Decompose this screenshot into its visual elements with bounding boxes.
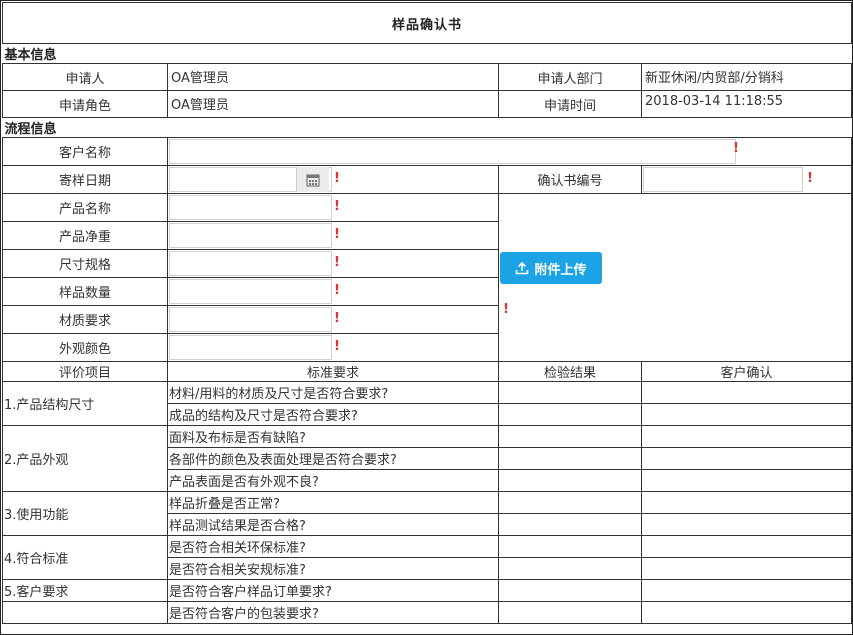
color-input[interactable]: [169, 335, 332, 360]
customer-name-cell: !: [166, 137, 853, 166]
eval-item-1: 1.产品结构尺寸: [2, 381, 168, 426]
net-weight-cell: !: [167, 221, 499, 250]
qty-label: 样品数量: [2, 277, 168, 306]
send-date-cell: !: [167, 165, 499, 194]
eval-result-4-2[interactable]: [498, 557, 642, 580]
send-date-required-mark: !: [334, 171, 340, 186]
eval-standard-4-2: 是否符合相关安规标准?: [167, 557, 499, 580]
eval-item-5-continued: [2, 601, 168, 624]
net-weight-required-mark: !: [334, 227, 340, 242]
net-weight-label: 产品净重: [2, 221, 168, 250]
role-value: OA管理员: [167, 90, 499, 118]
eval-customer-3-1[interactable]: [640, 491, 853, 514]
eval-result-1-2[interactable]: [498, 403, 642, 426]
eval-standard-3-1: 样品折叠是否正常?: [167, 491, 499, 514]
dept-value: 新亚休闲/内贸部/分销科: [640, 63, 853, 91]
eval-result-5-1[interactable]: [498, 579, 642, 602]
eval-result-3-1[interactable]: [498, 491, 642, 514]
qty-input[interactable]: [169, 279, 332, 304]
material-required-mark: !: [334, 311, 340, 326]
eval-customer-2-2[interactable]: [640, 447, 853, 470]
upload-icon: [516, 261, 529, 275]
page-title: 样品确认书: [1, 2, 853, 44]
eval-customer-1-2[interactable]: [640, 403, 853, 426]
confirm-no-input[interactable]: [643, 167, 804, 192]
send-date-label: 寄样日期: [2, 165, 168, 194]
eval-standard-1-1: 材料/用料的材质及尺寸是否符合要求?: [167, 381, 499, 404]
eval-header-result: 检验结果: [498, 361, 642, 382]
size-cell: !: [167, 249, 499, 278]
product-name-required-mark: !: [334, 199, 340, 214]
net-weight-input[interactable]: [169, 223, 332, 248]
applicant-value: OA管理员: [167, 63, 499, 91]
eval-result-2-3[interactable]: [498, 469, 642, 492]
eval-item-5: 5.客户要求: [2, 579, 168, 602]
confirm-no-label: 确认书编号: [498, 165, 642, 194]
eval-result-1-1[interactable]: [498, 381, 642, 404]
upload-button-label: 附件上传: [534, 262, 587, 278]
attachment-cell: 附件上传 !: [497, 193, 853, 362]
eval-header-item: 评价项目: [2, 361, 168, 382]
eval-customer-2-3[interactable]: [640, 469, 853, 492]
eval-header-customer: 客户确认: [640, 361, 853, 382]
role-label: 申请角色: [2, 90, 168, 118]
size-required-mark: !: [334, 255, 340, 270]
eval-standard-4-1: 是否符合相关环保标准?: [167, 535, 499, 558]
eval-customer-2-1[interactable]: [640, 425, 853, 448]
product-name-input[interactable]: [169, 195, 332, 220]
eval-customer-5-2[interactable]: [640, 601, 853, 624]
form-table: 样品确认书 基本信息 申请人 OA管理员 申请人部门 新亚休闲/内贸部/分销科 …: [1, 2, 853, 624]
qty-required-mark: !: [334, 283, 340, 298]
eval-customer-3-2[interactable]: [640, 513, 853, 536]
eval-customer-4-2[interactable]: [640, 557, 853, 580]
product-name-cell: !: [167, 193, 499, 222]
eval-result-2-1[interactable]: [498, 425, 642, 448]
product-name-label: 产品名称: [2, 193, 168, 222]
eval-result-2-2[interactable]: [498, 447, 642, 470]
send-date-calendar-button[interactable]: [296, 167, 329, 192]
attachment-required-mark: !: [503, 302, 509, 317]
color-cell: !: [167, 333, 499, 362]
eval-customer-1-1[interactable]: [640, 381, 853, 404]
eval-standard-2-2: 各部件的颜色及表面处理是否符合要求?: [167, 447, 499, 470]
eval-customer-4-1[interactable]: [640, 535, 853, 558]
color-label: 外观颜色: [2, 333, 168, 362]
eval-standard-2-1: 面料及布标是否有缺陷?: [167, 425, 499, 448]
eval-result-4-1[interactable]: [498, 535, 642, 558]
eval-standard-2-3: 产品表面是否有外观不良?: [167, 469, 499, 492]
eval-customer-5-1[interactable]: [640, 579, 853, 602]
eval-item-4: 4.符合标准: [2, 535, 168, 580]
eval-result-5-2[interactable]: [498, 601, 642, 624]
size-label: 尺寸规格: [2, 249, 168, 278]
calendar-icon: [306, 173, 320, 187]
dept-label: 申请人部门: [498, 63, 642, 91]
eval-standard-5-2: 是否符合客户的包装要求?: [167, 601, 499, 624]
material-label: 材质要求: [2, 305, 168, 334]
time-value: 2018-03-14 11:18:55: [640, 90, 853, 118]
eval-result-3-2[interactable]: [498, 513, 642, 536]
eval-standard-1-2: 成品的结构及尺寸是否符合要求?: [167, 403, 499, 426]
section-basic-info: 基本信息: [2, 43, 852, 64]
eval-header-standard: 标准要求: [167, 361, 499, 382]
customer-name-input[interactable]: [169, 139, 737, 164]
material-cell: !: [167, 305, 499, 334]
applicant-label: 申请人: [2, 63, 168, 91]
time-label: 申请时间: [498, 90, 642, 118]
confirm-no-cell: !: [640, 165, 853, 194]
customer-name-label: 客户名称: [2, 137, 168, 166]
customer-name-required-mark: !: [733, 141, 739, 156]
section-flow-info: 流程信息: [2, 117, 852, 138]
material-input[interactable]: [169, 307, 332, 332]
sample-confirmation-form: 样品确认书 基本信息 申请人 OA管理员 申请人部门 新亚休闲/内贸部/分销科 …: [0, 0, 853, 635]
color-required-mark: !: [334, 339, 340, 354]
size-input[interactable]: [169, 251, 332, 276]
eval-item-2: 2.产品外观: [2, 425, 168, 492]
confirm-no-required-mark: !: [807, 171, 813, 186]
eval-standard-3-2: 样品测试结果是否合格?: [167, 513, 499, 536]
eval-item-3: 3.使用功能: [2, 491, 168, 536]
upload-attachment-button[interactable]: 附件上传: [500, 252, 602, 284]
eval-standard-5-1: 是否符合客户样品订单要求?: [167, 579, 499, 602]
qty-cell: !: [167, 277, 499, 306]
